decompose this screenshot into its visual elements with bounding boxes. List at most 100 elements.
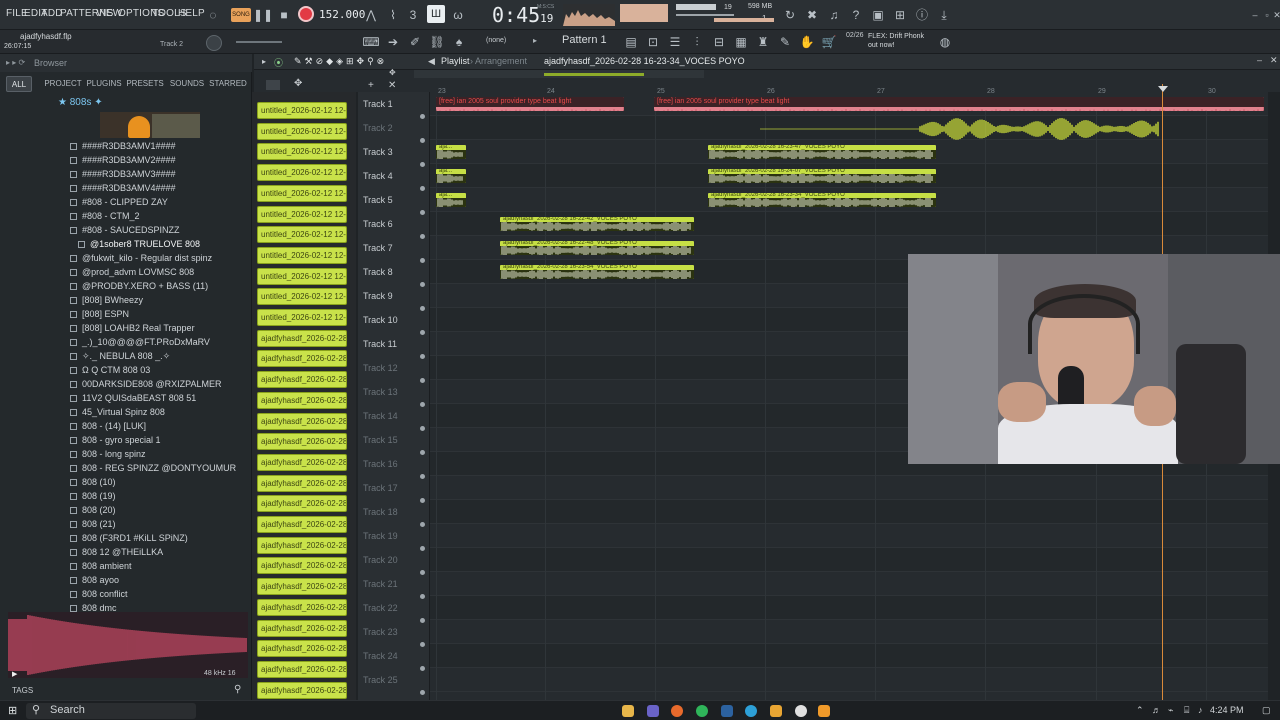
track-lane[interactable] [430,548,1268,572]
picker-clip[interactable]: ajadfyhasdf_2026-02-28... [257,640,347,658]
picker-clip[interactable]: untitled_2026-02-12 12-... [257,205,347,223]
download-icon[interactable]: ⤓ [935,6,953,24]
vocal-audio-clip[interactable]: ajadfyhasdf_2026-02-28 16-24-07_VOCES PO… [708,169,936,183]
picker-clip[interactable]: ajadfyhasdf_2026-02-28... [257,598,347,616]
vocal-audio-clip[interactable]: ajadfyhasdf_2026-02-28 16-23-47_VOCES PO… [708,145,936,159]
track2-vocal-waveform[interactable] [760,118,1160,140]
playlist-window-icon[interactable]: ▤ [622,33,640,51]
picker-clip[interactable]: ajadfyhasdf_2026-02-28... [257,371,347,389]
browser-item[interactable]: 808 (10) [70,475,116,489]
add-track-icon[interactable]: + [368,80,374,91]
help-icon[interactable]: ? [847,6,865,24]
beat-audio-clip[interactable]: [free] ian 2005 soul provider type beat … [654,97,1264,111]
link-icon[interactable]: ⛓ [428,33,446,51]
picker-clip[interactable]: ajadfyhasdf_2026-02-28... [257,516,347,533]
track-lane[interactable] [430,524,1268,548]
tray-usb-icon[interactable]: ⌁ [1168,705,1173,716]
browser-item[interactable]: 808 - long spinz [70,447,146,461]
mic-window-icon[interactable]: ✎ [776,33,794,51]
track-name[interactable]: Track 20 [363,555,398,565]
picker-clip[interactable]: untitled_2026-02-12 12-... [257,102,347,119]
tempo-display[interactable]: 152.000 [319,8,365,21]
file-explorer-icon[interactable] [622,705,634,717]
browser-item[interactable]: 808 - gyro special 1 [70,433,161,447]
track-name[interactable]: Track 16 [363,459,398,469]
countdown-icon[interactable]: 3 [404,6,422,24]
metronome-icon[interactable]: ⋀ [362,6,380,24]
track-mute-button[interactable] [420,186,425,191]
track-mute-button[interactable] [420,690,425,695]
track-mute-button[interactable] [420,666,425,671]
bar-number[interactable]: 28 [987,88,995,95]
vocal-audio-clip[interactable]: ajadfyhasdf_2026-02-28 16-22-48_VOCES PO… [500,241,694,255]
keyboard-icon[interactable]: ⌨ [362,33,380,51]
pause-button[interactable]: ❚❚ [253,6,273,24]
playlist-snap-icon[interactable]: ⦿ [274,56,283,69]
preview-play-icon[interactable]: ▶ [12,670,17,678]
browser-item[interactable]: ✧._ NEBULA 808 _.✧ [70,349,170,363]
track-name[interactable]: Track 10 [363,315,398,325]
track-mute-button[interactable] [420,546,425,551]
track-mute-button[interactable] [420,450,425,455]
bar-number[interactable]: 30 [1208,88,1216,95]
globe-icon[interactable]: ◍ [936,33,954,51]
browser-item[interactable]: 808 - (14) [LUK] [70,419,146,433]
edge-icon[interactable] [745,705,757,717]
refresh-icon[interactable]: ↻ [781,6,799,24]
project-browser-window-icon[interactable]: ⊟ [710,33,728,51]
cart-icon[interactable]: 🛒 [820,33,838,51]
playlist-tools-icon[interactable]: ✎⚒⊘◆◈⊞✥⚲⊗ [294,56,387,67]
browser-arrows-icon[interactable]: ▸ ▸ ⟳ [6,58,25,67]
arrangement-name[interactable]: Arrangement [475,56,527,66]
beat-audio-clip[interactable]: [free] ian 2005 soul provider type beat … [436,97,624,111]
plugin-picker-icon[interactable]: ♜ [754,33,772,51]
browser-item[interactable]: @1sober8 TRUELOVE 808 [78,237,200,251]
track-name[interactable]: Track 22 [363,603,398,613]
picker-clip[interactable]: ajadfyhasdf_2026-02-28... [257,536,347,554]
picker-clip[interactable]: ajadfyhasdf_2026-02-28... [257,474,347,492]
loop-record-icon[interactable]: ω [449,6,467,24]
close-icon[interactable]: ✕ [1268,6,1280,24]
picker-clip[interactable]: untitled_2026-02-12 12-... [257,122,347,140]
picker-clip[interactable]: ajadfyhasdf_2026-02-28... [257,453,347,471]
track-mute-button[interactable] [420,234,425,239]
browser-item[interactable]: ####R3DB3AMV1#### [70,139,176,153]
picker-clip[interactable]: ajadfyhasdf_2026-02-28... [257,412,347,430]
track-name[interactable]: Track 4 [363,171,393,181]
playlist-play-icon[interactable]: ◀ [428,56,435,67]
track-name[interactable]: Track 15 [363,435,398,445]
browser-item[interactable]: [808] BWheezy [70,293,143,307]
arrow-right-icon[interactable]: ➔ [384,33,402,51]
picker-clip[interactable]: untitled_2026-02-12 12-... [257,164,347,182]
track-name[interactable]: Track 11 [363,339,397,349]
track-mute-button[interactable] [420,210,425,215]
picker-clip[interactable]: ajadfyhasdf_2026-02-28... [257,619,347,637]
notification-icon[interactable]: ▢ [1262,705,1271,716]
browser-item[interactable]: 808 (19) [70,489,116,503]
bar-number[interactable]: 24 [547,88,555,95]
track-lane[interactable] [430,572,1268,596]
record-button[interactable] [298,6,314,22]
panic-icon[interactable]: ✖ [803,6,821,24]
track-mute-button[interactable] [420,138,425,143]
playlist-close-icon[interactable]: ✕ [1270,55,1278,66]
track-mute-button[interactable] [420,378,425,383]
fl-studio-taskbar-icon[interactable] [770,705,782,717]
browser-item[interactable]: 808 12 @THEiLLKA [70,545,163,559]
browser-item[interactable]: Ω Q CTM 808 03 [70,363,150,377]
start-icon[interactable]: ⊞ [8,704,17,717]
scroll-arrows-icon[interactable]: ✥ [294,78,302,89]
vocal-audio-clip[interactable]: ajadfyhasdf_2026-02-28 16-23-34_VOCES PO… [708,193,936,207]
track-name[interactable]: Track 5 [363,195,393,205]
browser-item[interactable]: 808 - REG SPINZZ @DONTYOUMUR [70,461,236,475]
track-mute-button[interactable] [420,162,425,167]
track-mute-button[interactable] [420,522,425,527]
track-mute-button[interactable] [420,498,425,503]
news-text[interactable]: FLEX: Drift Phonk out now! [868,32,928,50]
folder-808s[interactable]: ★ 808s ✦ [58,97,103,108]
vocal-audio-clip[interactable]: aja... [436,145,466,159]
track-name[interactable]: Track 6 [363,219,393,229]
track-mute-button[interactable] [420,354,425,359]
picker-clip[interactable]: untitled_2026-02-12 12-... [257,226,347,244]
pattern-selector[interactable]: Pattern 1 [562,34,607,46]
